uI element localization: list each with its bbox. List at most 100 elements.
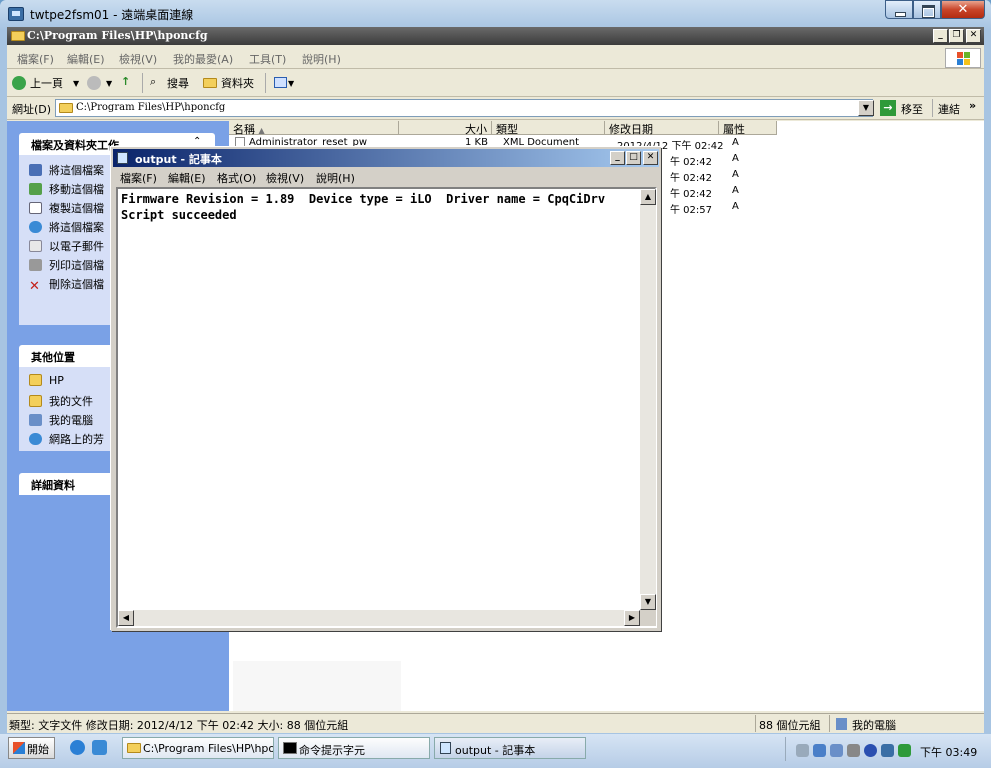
place-item[interactable]: 網路上的芳 bbox=[29, 431, 104, 447]
notepad-minimize-button[interactable]: _ bbox=[610, 151, 625, 165]
start-button[interactable]: 開始 bbox=[8, 737, 55, 759]
notepad-maximize-button[interactable]: □ bbox=[626, 151, 641, 165]
address-label: 網址(D) bbox=[12, 103, 52, 116]
notepad-title-bar[interactable]: output - 記事本 _ □ ✕ bbox=[113, 149, 659, 167]
show-desktop-icon[interactable] bbox=[92, 740, 107, 755]
column-size[interactable]: 大小 bbox=[399, 121, 492, 136]
globe-icon bbox=[29, 221, 42, 233]
scroll-right-icon[interactable]: ▶ bbox=[624, 610, 640, 626]
email-icon bbox=[29, 240, 42, 252]
notepad-menu-help[interactable]: 說明(H) bbox=[316, 170, 355, 186]
links-more-icon[interactable]: » bbox=[969, 99, 976, 112]
close-icon: ✕ bbox=[957, 2, 969, 17]
tray-icon[interactable] bbox=[813, 744, 826, 757]
forward-arrow-icon[interactable] bbox=[87, 76, 101, 90]
menu-view[interactable]: 檢視(V) bbox=[119, 51, 157, 67]
network-icon bbox=[29, 433, 42, 445]
column-name[interactable]: 名稱 ▲ bbox=[229, 121, 399, 136]
task-item[interactable]: 以電子郵件 bbox=[29, 238, 104, 254]
taskbar-cmd-button[interactable]: 命令提示字元 bbox=[278, 737, 430, 759]
menu-file[interactable]: 檔案(F) bbox=[17, 51, 54, 67]
notepad-menu-file[interactable]: 檔案(F) bbox=[120, 170, 157, 186]
explorer-close-button[interactable]: ✕ bbox=[966, 29, 981, 43]
tray-icon[interactable] bbox=[881, 744, 894, 757]
rdp-window-title: twtpe2fsm01 - 遠端桌面連線 bbox=[30, 8, 194, 22]
explorer-title-bar[interactable]: C:\Program Files\HP\hponcfg _ ❐ ✕ bbox=[7, 27, 984, 45]
views-icon[interactable] bbox=[274, 77, 287, 88]
vertical-scrollbar[interactable]: ▲ ▼ bbox=[640, 189, 656, 610]
rdp-maximize-button[interactable] bbox=[913, 0, 941, 19]
tray-icon[interactable] bbox=[796, 744, 809, 757]
notepad-menu-edit[interactable]: 編輯(E) bbox=[168, 170, 206, 186]
taskbar-explorer-button[interactable]: C:\Program Files\HP\hpon... bbox=[122, 737, 274, 759]
task-item[interactable]: 移動這個檔 bbox=[29, 181, 104, 197]
collapse-chevron-icon[interactable]: ⌃ bbox=[193, 136, 201, 147]
notepad-menu-view[interactable]: 檢視(V) bbox=[266, 170, 304, 186]
menu-help[interactable]: 說明(H) bbox=[302, 51, 341, 67]
task-item[interactable]: 複製這個檔 bbox=[29, 200, 104, 216]
clock[interactable]: 下午 03:49 bbox=[920, 744, 977, 760]
scroll-down-icon[interactable]: ▼ bbox=[640, 594, 656, 610]
remote-desktop-icon bbox=[8, 7, 24, 21]
search-button[interactable]: 搜尋 bbox=[167, 75, 189, 91]
notepad-close-button[interactable]: ✕ bbox=[643, 151, 658, 165]
explorer-minimize-button[interactable]: _ bbox=[933, 29, 948, 43]
menu-favorites[interactable]: 我的最愛(A) bbox=[173, 51, 233, 67]
place-item[interactable]: 我的電腦 bbox=[29, 412, 93, 428]
up-folder-icon[interactable]: ↑ bbox=[121, 75, 135, 90]
tray-icon[interactable] bbox=[864, 744, 877, 757]
column-type[interactable]: 類型 bbox=[492, 121, 605, 136]
horizontal-scrollbar[interactable]: ◀ ▶ bbox=[118, 610, 640, 626]
resize-grip-icon[interactable] bbox=[640, 610, 656, 626]
folders-button[interactable]: 資料夾 bbox=[221, 75, 254, 91]
task-item[interactable]: ✕ 刪除這個檔 bbox=[29, 276, 104, 293]
menu-edit[interactable]: 編輯(E) bbox=[67, 51, 105, 67]
scroll-up-icon[interactable]: ▲ bbox=[640, 189, 656, 205]
documents-icon bbox=[29, 395, 42, 407]
notepad-menu-format[interactable]: 格式(O) bbox=[217, 170, 256, 186]
menu-tools[interactable]: 工具(T) bbox=[249, 51, 286, 67]
notepad-window: output - 記事本 _ □ ✕ 檔案(F) 編輯(E) 格式(O) 檢視(… bbox=[111, 147, 661, 631]
status-bar: 類型: 文字文件 修改日期: 2012/4/12 下午 02:42 大小: 88… bbox=[7, 713, 984, 733]
move-icon bbox=[29, 183, 42, 195]
taskbar-notepad-button[interactable]: output - 記事本 bbox=[434, 737, 586, 759]
status-details: 類型: 文字文件 修改日期: 2012/4/12 下午 02:42 大小: 88… bbox=[9, 719, 349, 732]
rdp-close-button[interactable]: ✕ bbox=[941, 0, 985, 19]
notepad-content[interactable]: Firmware Revision = 1.89 Device type = i… bbox=[121, 191, 605, 223]
windows-logo-icon bbox=[945, 48, 981, 68]
views-dropdown-icon[interactable]: ▼ bbox=[288, 79, 294, 88]
column-modified[interactable]: 修改日期 bbox=[605, 121, 719, 136]
address-dropdown-button[interactable]: ▼ bbox=[858, 100, 874, 116]
folder-icon bbox=[11, 31, 25, 41]
column-attributes[interactable]: 屬性 bbox=[719, 121, 777, 136]
scroll-left-icon[interactable]: ◀ bbox=[118, 610, 134, 626]
notepad-text-area[interactable]: Firmware Revision = 1.89 Device type = i… bbox=[116, 187, 657, 628]
task-item[interactable]: 將這個檔案 bbox=[29, 219, 104, 235]
windows-logo-icon bbox=[13, 742, 25, 754]
address-input[interactable]: C:\Program Files\HP\hponcfg bbox=[55, 99, 873, 117]
place-item[interactable]: 我的文件 bbox=[29, 393, 93, 409]
console-icon bbox=[283, 742, 297, 754]
links-button[interactable]: 連結 bbox=[938, 101, 960, 117]
copy-icon bbox=[29, 202, 42, 214]
notepad-title: output - 記事本 bbox=[135, 153, 222, 166]
explorer-menu-bar: 檔案(F) 編輯(E) 檢視(V) 我的最愛(A) 工具(T) 說明(H) bbox=[7, 47, 984, 69]
tray-icon[interactable] bbox=[847, 744, 860, 757]
publish-icon bbox=[29, 164, 42, 176]
address-folder-icon bbox=[59, 103, 73, 113]
task-item[interactable]: 列印這個檔 bbox=[29, 257, 104, 273]
tray-icon[interactable] bbox=[830, 744, 843, 757]
forward-dropdown-icon[interactable]: ▼ bbox=[106, 79, 112, 88]
rdp-minimize-button[interactable] bbox=[885, 0, 913, 19]
explorer-restore-button[interactable]: ❐ bbox=[949, 29, 964, 43]
internet-explorer-icon[interactable] bbox=[70, 740, 85, 755]
back-dropdown-icon[interactable]: ▼ bbox=[73, 79, 79, 88]
task-item[interactable]: 將這個檔案 bbox=[29, 162, 104, 178]
computer-icon bbox=[29, 414, 42, 426]
place-item[interactable]: HP bbox=[29, 374, 64, 387]
back-button[interactable]: 上一頁 bbox=[30, 75, 63, 91]
status-size: 88 個位元組 bbox=[759, 719, 821, 732]
go-button[interactable]: 移至 bbox=[901, 101, 923, 117]
computer-icon bbox=[836, 718, 847, 730]
tray-icon[interactable] bbox=[898, 744, 911, 757]
